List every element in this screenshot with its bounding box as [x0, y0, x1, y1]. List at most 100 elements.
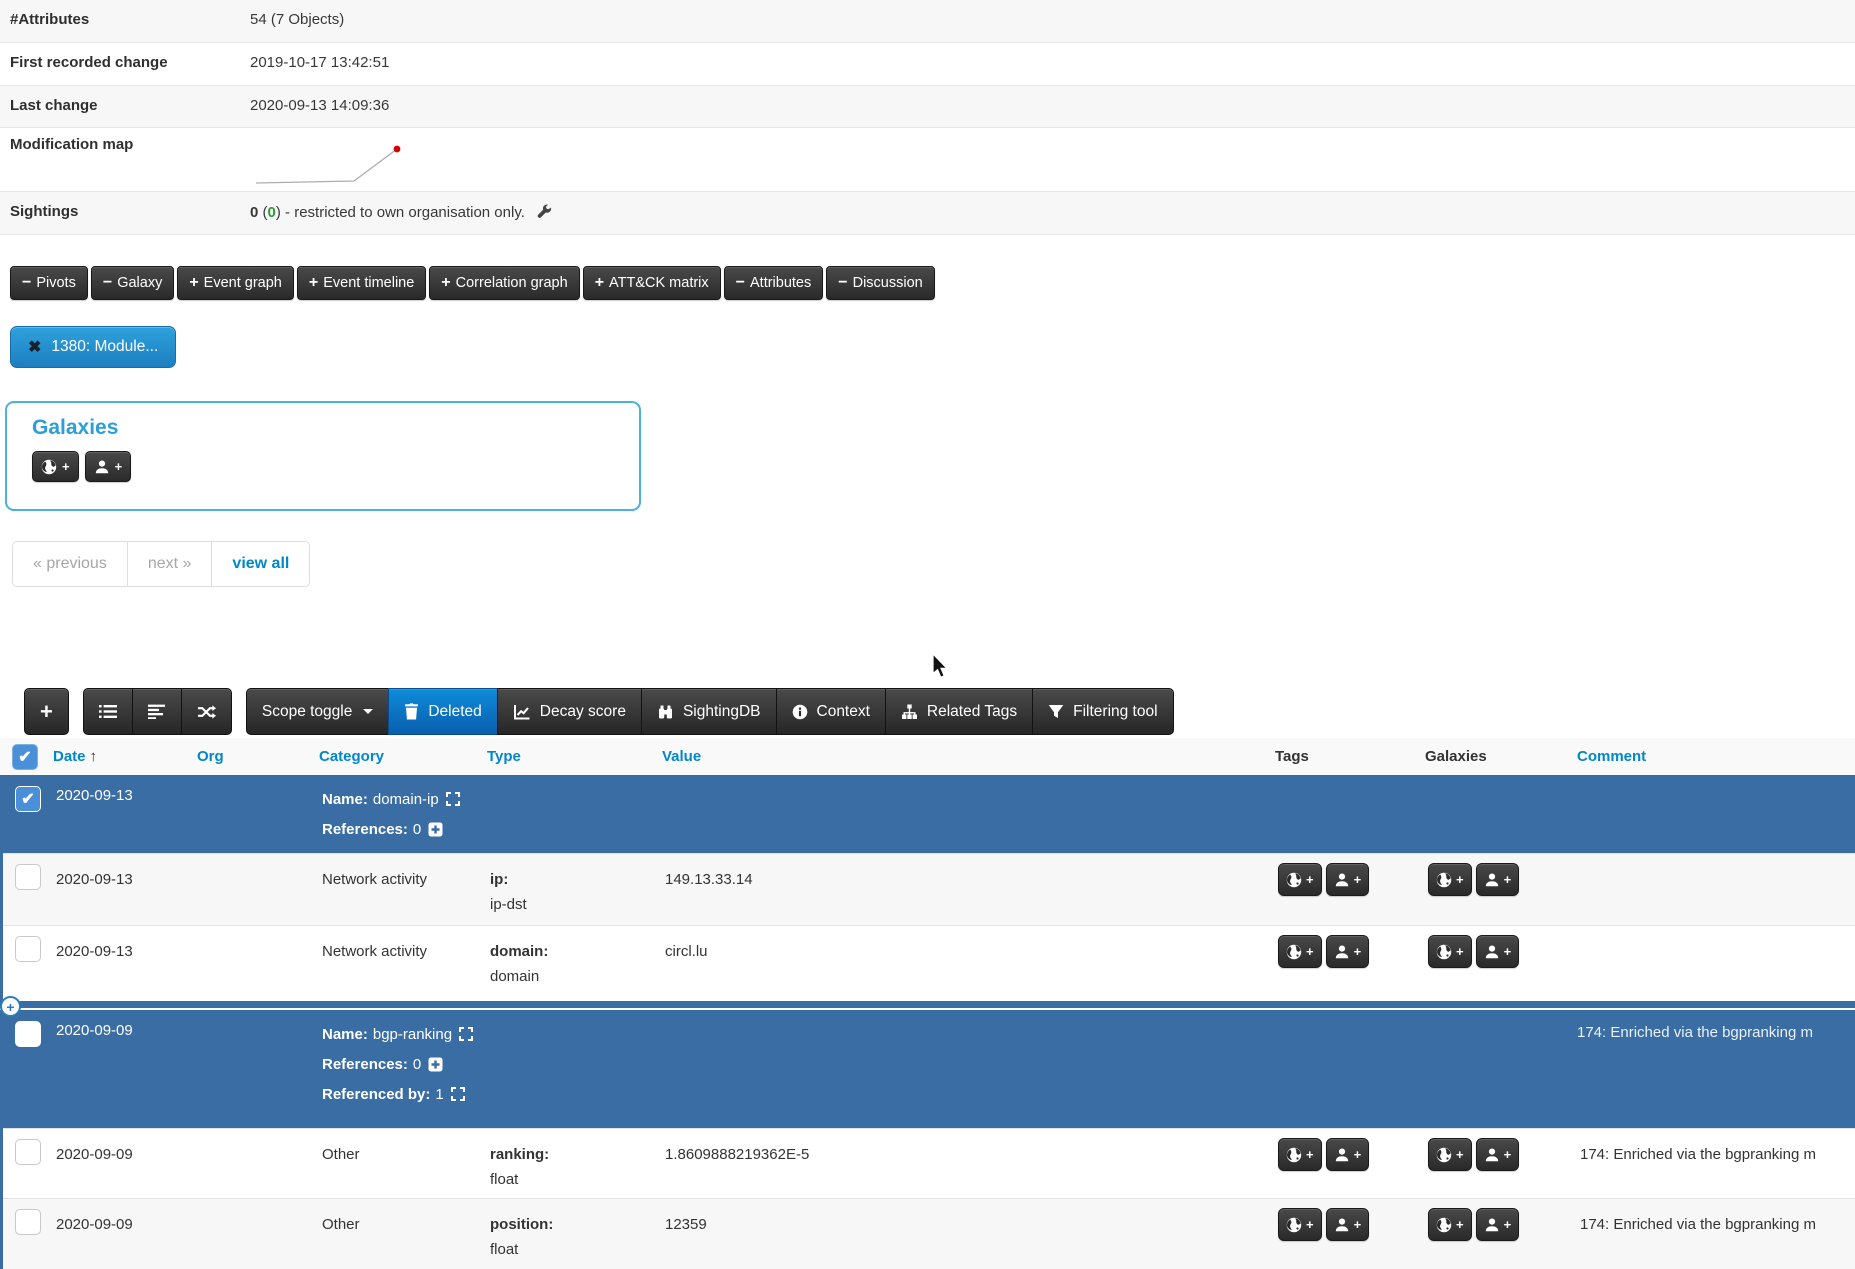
attr-date: 2020-09-13	[48, 926, 193, 1001]
plus-icon: +	[62, 460, 70, 473]
toggle-attributes[interactable]: −Attributes	[724, 266, 824, 300]
plus-icon: +	[1354, 1218, 1362, 1231]
expand-icon[interactable]	[451, 1087, 465, 1101]
attribute-row-ranking[interactable]: 2020-09-09 Other ranking: float 1.860988…	[3, 1128, 1855, 1198]
add-global-galaxy-button[interactable]: +	[1428, 935, 1472, 968]
toggle-correlation-graph[interactable]: +Correlation graph	[429, 266, 579, 300]
object-name-line: Name:bgp-ranking	[322, 1020, 1560, 1050]
sort-by-category-link[interactable]: Category	[319, 748, 384, 765]
add-local-tag-button[interactable]: +	[1326, 1208, 1370, 1241]
next-page-button[interactable]: next »	[128, 542, 213, 586]
add-attribute-button[interactable]: +	[24, 688, 69, 735]
expand-icon[interactable]	[446, 792, 460, 806]
attribute-checkbox[interactable]	[15, 1139, 41, 1165]
header-label: Comment	[1577, 748, 1646, 765]
person-icon	[1484, 1217, 1500, 1233]
sort-by-type-link[interactable]: Type	[487, 748, 521, 765]
context-button[interactable]: Context	[776, 688, 886, 735]
add-local-tag-button[interactable]: +	[1326, 1138, 1370, 1171]
plus-icon: +	[309, 275, 318, 291]
scope-toggle-label: Scope toggle	[262, 703, 353, 721]
object-header-row[interactable]: 2020-09-09 Name:bgp-ranking References:0…	[3, 1010, 1855, 1128]
add-local-galaxy-button[interactable]: +	[1476, 1138, 1520, 1171]
add-local-galaxy-button[interactable]: +	[1476, 1208, 1520, 1241]
advanced-sightings-icon[interactable]	[536, 203, 552, 219]
scope-toggle-button[interactable]: Scope toggle	[246, 688, 390, 735]
object-header-row[interactable]: ✔ 2020-09-13 Name:domain-ip References:0	[3, 775, 1855, 853]
toggle-pivots[interactable]: −Pivots	[10, 266, 88, 300]
header-galaxies: Galaxies	[1408, 748, 1560, 765]
deleted-filter-button[interactable]: Deleted	[388, 688, 497, 735]
list-view-button[interactable]	[83, 688, 133, 735]
minus-icon: −	[838, 275, 847, 291]
person-icon	[1484, 872, 1500, 888]
toggle-attack-matrix[interactable]: +ATT&CK matrix	[583, 266, 721, 300]
add-global-galaxy-button[interactable]: +	[1428, 1208, 1472, 1241]
add-local-galaxy-button[interactable]: +	[1476, 863, 1520, 896]
sort-by-comment-link[interactable]: Comment	[1577, 748, 1646, 765]
toggle-event-timeline[interactable]: +Event timeline	[297, 266, 426, 300]
add-global-galaxy-button[interactable]: +	[1428, 1138, 1472, 1171]
object-checkbox[interactable]	[15, 1021, 41, 1047]
sort-asc-icon: ↑	[90, 748, 98, 765]
references-count: 0	[413, 1056, 421, 1073]
galaxies-title: Galaxies	[32, 416, 639, 440]
related-tags-button[interactable]: Related Tags	[885, 688, 1033, 735]
view-all-button[interactable]: view all	[212, 542, 309, 586]
globe-icon	[1436, 1217, 1452, 1233]
previous-page-button[interactable]: « previous	[13, 542, 128, 586]
add-global-galaxy-button[interactable]: +	[32, 451, 79, 482]
add-global-tag-button[interactable]: +	[1278, 935, 1322, 968]
decay-score-button[interactable]: Decay score	[497, 688, 642, 735]
object-org	[193, 1010, 315, 1128]
toggle-label: Pivots	[36, 275, 76, 291]
info-label: First recorded change	[0, 54, 250, 71]
attr-tags-cell: + +	[1258, 1129, 1411, 1198]
quick-add-attribute-button[interactable]: +	[0, 996, 21, 1017]
object-checkbox[interactable]: ✔	[15, 786, 41, 812]
attribute-row-domain[interactable]: 2020-09-13 Network activity domain: doma…	[3, 925, 1855, 1001]
attr-date: 2020-09-13	[48, 854, 193, 925]
edit-group	[83, 688, 232, 735]
add-reference-icon[interactable]	[428, 822, 443, 837]
shuffle-icon	[197, 705, 216, 719]
add-local-tag-button[interactable]: +	[1326, 935, 1370, 968]
filtering-tool-button[interactable]: Filtering tool	[1032, 688, 1173, 735]
person-icon	[1334, 1147, 1350, 1163]
sort-by-org-link[interactable]: Org	[197, 748, 224, 765]
attr-type-name: ip-dst	[490, 892, 658, 917]
add-local-tag-button[interactable]: +	[1326, 863, 1370, 896]
sightings-count: 0	[250, 204, 258, 221]
object-references-line: References:0	[322, 1050, 1560, 1080]
view-toggles: −Pivots −Galaxy +Event graph +Event time…	[10, 266, 1855, 300]
attribute-checkbox[interactable]	[15, 1209, 41, 1235]
attribute-checkbox[interactable]	[15, 864, 41, 890]
attribute-row-position[interactable]: 2020-09-09 Other position: float 12359 +…	[3, 1198, 1855, 1269]
add-global-tag-button[interactable]: +	[1278, 1138, 1322, 1171]
add-global-tag-button[interactable]: +	[1278, 863, 1322, 896]
add-local-galaxy-button[interactable]: +	[1476, 935, 1520, 968]
mass-edit-button[interactable]	[132, 688, 182, 735]
expand-icon[interactable]	[459, 1027, 473, 1041]
deleted-label: Deleted	[428, 703, 481, 721]
select-all-checkbox[interactable]: ✔	[12, 744, 38, 770]
toggle-event-graph[interactable]: +Event graph	[177, 266, 294, 300]
add-global-galaxy-button[interactable]: +	[1428, 863, 1472, 896]
close-icon[interactable]: ✖	[28, 337, 41, 357]
sort-by-value-link[interactable]: Value	[662, 748, 701, 765]
add-local-galaxy-button[interactable]: +	[85, 451, 132, 482]
attribute-checkbox[interactable]	[15, 936, 41, 962]
sightingdb-button[interactable]: SightingDB	[641, 688, 777, 735]
sort-by-date-link[interactable]: Date	[53, 748, 86, 765]
add-reference-icon[interactable]	[428, 1057, 443, 1072]
add-global-tag-button[interactable]: +	[1278, 1208, 1322, 1241]
binoculars-icon	[657, 704, 674, 720]
pivot-button[interactable]: ✖ 1380: Module...	[10, 326, 176, 368]
references-label: References:	[322, 821, 408, 838]
sightings-note: - restricted to own organisation only.	[285, 204, 525, 221]
toggle-discussion[interactable]: −Discussion	[826, 266, 934, 300]
object-relation: position:	[490, 1216, 553, 1233]
attribute-row-ip[interactable]: 2020-09-13 Network activity ip: ip-dst 1…	[3, 853, 1855, 925]
toggle-galaxy[interactable]: −Galaxy	[91, 266, 174, 300]
shuffle-button[interactable]	[181, 688, 232, 735]
